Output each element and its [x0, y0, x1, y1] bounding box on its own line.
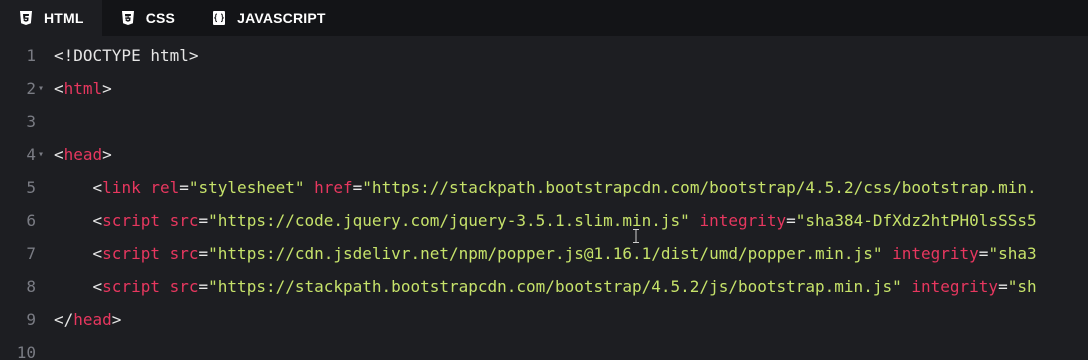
code-text: <script src="https://stackpath.bootstrap… [92, 277, 1037, 296]
tab-html[interactable]: HTML [0, 0, 102, 36]
code-text: <head> [54, 145, 112, 164]
code-text: <script src="https://cdn.jsdelivr.net/np… [92, 244, 1037, 263]
code-text: <!DOCTYPE html> [54, 46, 199, 65]
tab-javascript[interactable]: JAVASCRIPT [193, 0, 344, 36]
line-number: 5 [26, 178, 36, 197]
code-text: </head> [54, 310, 122, 329]
code-line: 7 <script src="https://cdn.jsdelivr.net/… [0, 237, 1088, 270]
code-line: 3 [0, 105, 1088, 138]
tab-css[interactable]: CSS [102, 0, 193, 36]
code-line: 9 </head> [0, 303, 1088, 336]
code-line: 10 [0, 336, 1088, 360]
code-line: 8 <script src="https://stackpath.bootstr… [0, 270, 1088, 303]
code-line: 2 ▾ <html> [0, 72, 1088, 105]
line-number: 6 [26, 211, 36, 230]
line-number: 9 [26, 310, 36, 329]
line-number: 7 [26, 244, 36, 263]
editor-tab-bar: HTML CSS JAVASCRIPT [0, 0, 1088, 36]
html5-icon [18, 10, 34, 26]
line-number: 2 [26, 79, 36, 98]
text-cursor-icon [633, 229, 639, 243]
fold-toggle-icon[interactable]: ▾ [36, 149, 54, 160]
code-line: 1 <!DOCTYPE html> [0, 39, 1088, 72]
line-number: 10 [16, 343, 36, 360]
code-line: 5 <link rel="stylesheet" href="https://s… [0, 171, 1088, 204]
fold-toggle-icon[interactable]: ▾ [36, 83, 54, 94]
line-number: 8 [26, 277, 36, 296]
code-line: 4 ▾ <head> [0, 138, 1088, 171]
code-line: 6 <script src="https://code.jquery.com/j… [0, 204, 1088, 237]
tab-label: JAVASCRIPT [237, 10, 326, 26]
javascript-icon [211, 10, 227, 26]
code-text: <html> [54, 79, 112, 98]
line-number: 4 [26, 145, 36, 164]
line-number: 3 [26, 112, 36, 131]
line-number: 1 [26, 46, 36, 65]
code-text: <script src="https://code.jquery.com/jqu… [92, 211, 1037, 230]
code-editor[interactable]: 1 <!DOCTYPE html> 2 ▾ <html> 3 4 ▾ <head… [0, 36, 1088, 360]
code-text: <link rel="stylesheet" href="https://sta… [92, 178, 1037, 197]
css3-icon [120, 10, 136, 26]
tab-label: CSS [145, 10, 176, 26]
tab-label: HTML [44, 10, 84, 26]
